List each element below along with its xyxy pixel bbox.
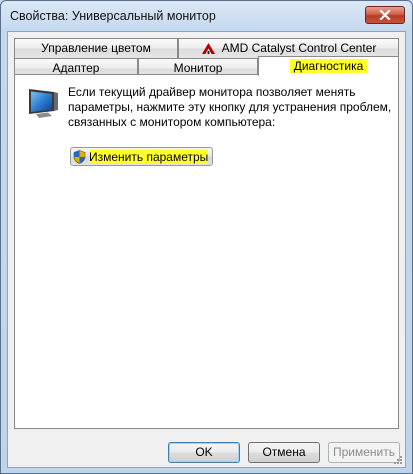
resize-grip-icon[interactable] <box>393 455 403 465</box>
ok-button[interactable]: OK <box>168 442 240 463</box>
tab-amd-catalyst[interactable]: AMD Catalyst Control Center <box>178 38 399 58</box>
window-title: Свойства: Универсальный монитор <box>10 9 216 23</box>
properties-window: Свойства: Универсальный монитор Управлен… <box>0 0 413 474</box>
uac-shield-icon <box>73 149 86 164</box>
tab-label: Управление цветом <box>41 41 151 55</box>
tab-diagnostics[interactable]: Диагностика <box>258 56 399 76</box>
tab-label: Адаптер <box>52 61 100 75</box>
monitor-icon <box>29 89 58 118</box>
amd-logo-icon <box>201 43 215 55</box>
cancel-button[interactable]: Отмена <box>248 442 320 463</box>
tab-label: Монитор <box>173 61 223 75</box>
change-settings-label: Изменить параметры <box>89 149 209 164</box>
apply-button[interactable]: Применить <box>328 442 400 463</box>
close-icon <box>379 10 391 20</box>
tab-label: Диагностика <box>289 59 368 73</box>
diagnostics-description: Если текущий драйвер монитора позволяет … <box>68 85 392 129</box>
title-bar[interactable]: Свойства: Универсальный монитор <box>1 1 412 31</box>
tab-label: AMD Catalyst Control Center <box>221 41 377 55</box>
change-settings-button[interactable]: Изменить параметры <box>70 147 214 166</box>
tab-color-management[interactable]: Управление цветом <box>14 38 178 58</box>
dialog-client-area: Управление цветом AMD Catalyst Control C… <box>7 31 406 468</box>
diagnostics-panel: Если текущий драйвер монитора позволяет … <box>14 74 399 429</box>
close-button[interactable] <box>365 6 405 24</box>
